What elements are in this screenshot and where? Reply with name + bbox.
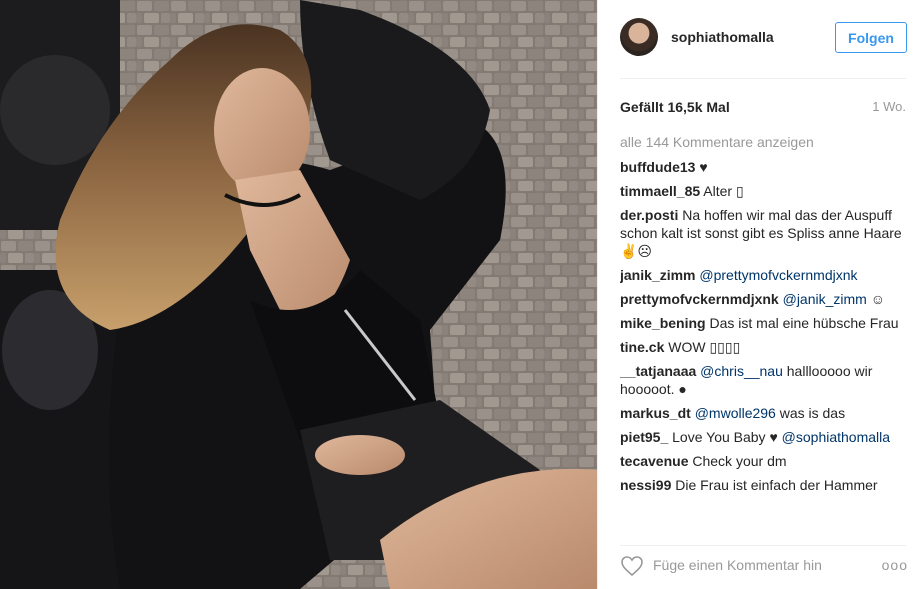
more-options-icon[interactable]: ooo bbox=[882, 557, 908, 573]
post-header: sophiathomalla Folgen bbox=[598, 0, 914, 78]
comment-username[interactable]: tecavenue bbox=[620, 453, 688, 469]
comment-mention[interactable]: @mwolle296 bbox=[695, 405, 776, 421]
post-age[interactable]: 1 Wo. bbox=[872, 99, 906, 114]
comment-item: mike_bening Das ist mal eine hübsche Fra… bbox=[620, 314, 907, 332]
username[interactable]: sophiathomalla bbox=[671, 29, 774, 45]
comment-item: timmaell_85 Alter ▯ bbox=[620, 182, 907, 200]
comment-item: buffdude13 ♥ bbox=[620, 158, 907, 176]
comment-input[interactable] bbox=[653, 555, 863, 575]
comment-username[interactable]: timmaell_85 bbox=[620, 183, 700, 199]
comment-text: Love You Baby ♥ bbox=[672, 429, 778, 445]
comment-username[interactable]: markus_dt bbox=[620, 405, 691, 421]
comment-text: was is das bbox=[779, 405, 846, 421]
avatar[interactable] bbox=[620, 18, 658, 56]
comment-text: Die Frau ist einfach der Hammer bbox=[675, 477, 878, 493]
comment-list: alle 144 Kommentare anzeigen buffdude13 … bbox=[620, 133, 907, 533]
comment-item: prettymofvckernmdjxnk @janik_zimm ☺ bbox=[620, 290, 907, 308]
comment-username[interactable]: tine.ck bbox=[620, 339, 664, 355]
comment-item: der.posti Na hoffen wir mal das der Ausp… bbox=[620, 206, 907, 260]
comment-username[interactable]: der.posti bbox=[620, 207, 678, 223]
comment-mention[interactable]: @chris__nau bbox=[700, 363, 783, 379]
comment-username[interactable]: mike_bening bbox=[620, 315, 706, 331]
comment-item: janik_zimm @prettymofvckernmdjxnk bbox=[620, 266, 907, 284]
post-photo-illustration bbox=[0, 0, 597, 589]
comment-username[interactable]: prettymofvckernmdjxnk bbox=[620, 291, 779, 307]
comment-item: tine.ck WOW ▯▯▯▯ bbox=[620, 338, 907, 356]
comment-item: nessi99 Die Frau ist einfach der Hammer bbox=[620, 476, 907, 494]
post-photo[interactable] bbox=[0, 0, 597, 589]
comment-text: ☺ bbox=[870, 291, 886, 307]
comment-mention[interactable]: @prettymofvckernmdjxnk bbox=[699, 267, 857, 283]
heart-outline-icon[interactable] bbox=[620, 555, 644, 577]
footer-divider bbox=[620, 545, 906, 546]
comment-username[interactable]: piet95_ bbox=[620, 429, 668, 445]
comment-text: Check your dm bbox=[692, 453, 787, 469]
comment-text: Alter ▯ bbox=[703, 183, 744, 199]
post-sidebar: sophiathomalla Folgen Gefällt 16,5k Mal … bbox=[597, 0, 914, 589]
instagram-post: sophiathomalla Folgen Gefällt 16,5k Mal … bbox=[0, 0, 914, 589]
comment-item: markus_dt @mwolle296 was is das bbox=[620, 404, 907, 422]
comment-text: ♥ bbox=[699, 159, 708, 175]
header-divider bbox=[620, 78, 906, 79]
comment-item: __tatjanaaa @chris__nau halllooooo wir h… bbox=[620, 362, 907, 398]
comment-username[interactable]: __tatjanaaa bbox=[620, 363, 696, 379]
comment-username[interactable]: buffdude13 bbox=[620, 159, 695, 175]
follow-button[interactable]: Folgen bbox=[835, 22, 907, 53]
comment-item: piet95_ Love You Baby ♥ @sophiathomalla bbox=[620, 428, 907, 446]
comment-footer: ooo bbox=[620, 547, 914, 587]
like-count[interactable]: Gefällt 16,5k Mal bbox=[620, 99, 730, 115]
comment-item: tecavenue Check your dm bbox=[620, 452, 907, 470]
comment-mention[interactable]: @sophiathomalla bbox=[782, 429, 890, 445]
comment-mention[interactable]: @janik_zimm bbox=[783, 291, 867, 307]
comment-username[interactable]: janik_zimm bbox=[620, 267, 695, 283]
load-more-comments-link[interactable]: alle 144 Kommentare anzeigen bbox=[620, 133, 907, 151]
comment-text: Das ist mal eine hübsche Frau bbox=[709, 315, 899, 331]
comment-text: WOW ▯▯▯▯ bbox=[668, 339, 741, 355]
comment-username[interactable]: nessi99 bbox=[620, 477, 671, 493]
